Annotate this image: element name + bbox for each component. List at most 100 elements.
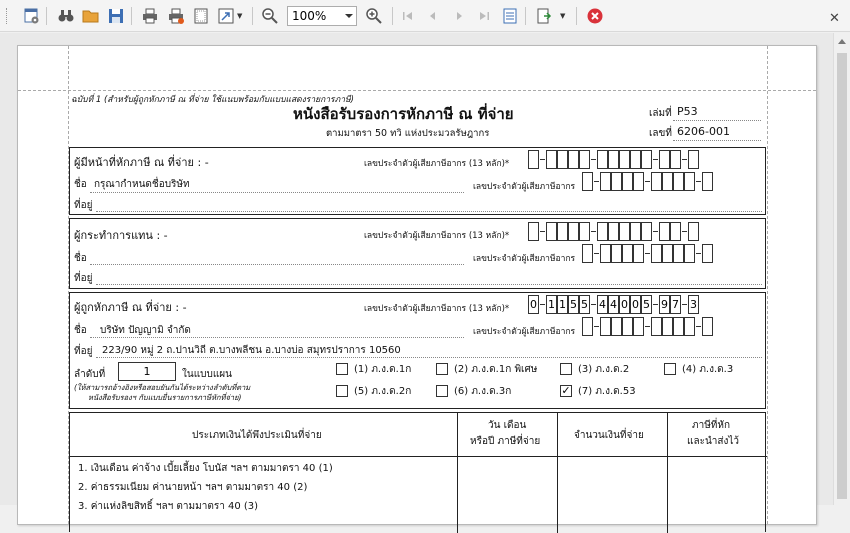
tax-id-separator	[540, 231, 545, 232]
zoom-out-icon[interactable]	[260, 6, 280, 26]
payer-taxid-label: เลขประจำตัวผู้เสียภาษีอากร	[473, 182, 576, 192]
tax-id-digit-cell	[651, 317, 662, 336]
form-type-label: (6) ภ.ง.ด.3ก	[454, 386, 512, 397]
tax-id-separator	[645, 326, 650, 327]
tax-id-digit-cell	[622, 317, 633, 336]
zoom-value: 100%	[292, 9, 327, 23]
form-type-checkbox[interactable]	[336, 363, 348, 375]
payee-address-value: 223/90 หมู่ 2 ถ.ปานวิถี ต.บางพลีชน อ.บาง…	[102, 345, 401, 356]
form-type-checkbox[interactable]	[336, 385, 348, 397]
tax-id-digit-cell	[568, 222, 579, 241]
tax-id-digit-cell: 0	[619, 295, 630, 314]
tax-id-digit-cell	[528, 150, 539, 169]
tax-id-separator	[653, 159, 658, 160]
col-date-line2: หรือปี ภาษีที่จ่าย	[470, 436, 541, 447]
tax-id-digit-cell	[702, 244, 713, 263]
tax-id-digit-cell	[633, 172, 644, 191]
tax-id-separator	[591, 231, 596, 232]
tax-id-digit-cell	[633, 244, 644, 263]
payee-name-label: ชื่อ	[74, 325, 87, 336]
save-icon[interactable]	[106, 6, 126, 26]
tax-id-digit-cell	[597, 150, 608, 169]
tax-id-digit-cell: 4	[597, 295, 608, 314]
tax-id-digit-cell	[568, 150, 579, 169]
tax-id-separator	[594, 326, 599, 327]
book-value: P53	[677, 105, 698, 118]
form-type-checkbox[interactable]	[560, 363, 572, 375]
book-label: เล่มที่	[649, 108, 672, 119]
tax-id-digit-cell	[633, 317, 644, 336]
tax-id-digit-cell	[579, 150, 590, 169]
print-setup-icon[interactable]	[166, 6, 186, 26]
next-page-icon[interactable]	[449, 6, 469, 26]
tax-id-separator	[594, 181, 599, 182]
tax-id-digit-cell	[622, 172, 633, 191]
income-table: ประเภทเงินได้พึงประเมินที่จ่าย วัน เดือน…	[69, 412, 767, 533]
tax-id-digit-cell	[608, 222, 619, 241]
form-subtitle: ตามมาตรา 50 ทวิ แห่งประมวลรัษฎากร	[326, 128, 490, 139]
tax-id-digit-cell	[600, 172, 611, 191]
form-type-checkbox[interactable]	[436, 363, 448, 375]
seq-suffix: ในแบบแผน	[182, 369, 232, 380]
page-setup-icon[interactable]	[191, 6, 211, 26]
export-dropdown-arrow[interactable]: ▼	[560, 12, 565, 20]
scrollbar-thumb[interactable]	[837, 53, 847, 499]
form-type-label: (7) ภ.ง.ด.53	[578, 386, 636, 397]
tax-id-digit-cell	[651, 172, 662, 191]
tax-id-digit-cell	[662, 244, 673, 263]
form-type-checkbox[interactable]	[436, 385, 448, 397]
tax-id-digit-cell: 3	[688, 295, 699, 314]
col-tax-line1: ภาษีที่หัก	[692, 420, 731, 431]
form-type-label: (2) ภ.ง.ด.1ก พิเศษ	[454, 364, 538, 375]
table-row: 3. ค่าแห่งลิขสิทธิ์ ฯลฯ ตามมาตรา 40 (3)	[78, 501, 259, 512]
form-type-label: (1) ภ.ง.ด.1ก	[354, 364, 412, 375]
export-icon[interactable]	[534, 6, 554, 26]
payer-heading: ผู้มีหน้าที่หักภาษี ณ ที่จ่าย : -	[74, 156, 209, 169]
tax-id-digit-cell	[546, 222, 557, 241]
form-type-label: (3) ภ.ง.ด.2	[578, 364, 630, 375]
form-type-label: (4) ภ.ง.ด.3	[682, 364, 734, 375]
prev-page-icon[interactable]	[423, 6, 443, 26]
tax-id-digit-cell	[630, 150, 641, 169]
seq-note-2: หนังสือรับรองฯ กับแบบยื่นรายการภาษีหักที…	[88, 393, 242, 402]
zoom-in-icon[interactable]	[364, 6, 384, 26]
vertical-scrollbar[interactable]	[833, 33, 850, 505]
tax-id-digit-cell	[608, 150, 619, 169]
number-value: 6206-001	[677, 125, 730, 138]
report-viewer: ฉบับที่ 1 (สำหรับผู้ถูกหักภาษี ณ ที่จ่าย…	[0, 33, 850, 533]
print-icon[interactable]	[140, 6, 160, 26]
form-type-checkbox[interactable]	[664, 363, 676, 375]
scale-dropdown-arrow[interactable]: ▼	[237, 12, 242, 20]
tax-id-digit-cell	[673, 244, 684, 263]
col-date-line1: วัน เดือน	[488, 420, 527, 431]
tax-id-digit-cell	[702, 172, 713, 191]
payee-section: ผู้ถูกหักภาษี ณ ที่จ่าย : - เลขประจำตัวผ…	[69, 292, 766, 409]
find-icon[interactable]	[56, 6, 76, 26]
tax-id-digit-cell	[619, 150, 630, 169]
tax-id-digit-cell	[630, 222, 641, 241]
tax-id-digit-cell: 7	[670, 295, 681, 314]
agent-address-label: ที่อยู่	[74, 273, 93, 284]
close-icon[interactable]: ✕	[829, 11, 840, 26]
last-page-icon[interactable]	[474, 6, 494, 26]
first-page-icon[interactable]	[398, 6, 418, 26]
chevron-down-icon	[345, 14, 353, 18]
payer-name-value: กรุณากำหนดชื่อบริษัท	[94, 179, 190, 190]
tax-id-digit-cell	[641, 222, 652, 241]
scale-icon[interactable]	[216, 6, 236, 26]
settings-icon[interactable]	[22, 6, 42, 26]
tax-id-separator	[594, 253, 599, 254]
agent-section: ผู้กระทำการแทน : - เลขประจำตัวผู้เสียภาษ…	[69, 218, 766, 289]
scroll-up-icon[interactable]	[838, 39, 846, 44]
tax-id-digit-cell	[622, 244, 633, 263]
tax-id-digit-cell	[684, 317, 695, 336]
zoom-select[interactable]: 100%	[287, 6, 357, 26]
tax-id-separator	[645, 253, 650, 254]
open-icon[interactable]	[81, 6, 101, 26]
stop-icon[interactable]	[585, 6, 605, 26]
tax-id-digit-cell	[662, 317, 673, 336]
parameters-icon[interactable]	[500, 6, 520, 26]
agent-name-label: ชื่อ	[74, 253, 87, 264]
form-type-checkbox[interactable]: ✓	[560, 385, 572, 397]
toolbar-grip[interactable]	[6, 8, 9, 24]
